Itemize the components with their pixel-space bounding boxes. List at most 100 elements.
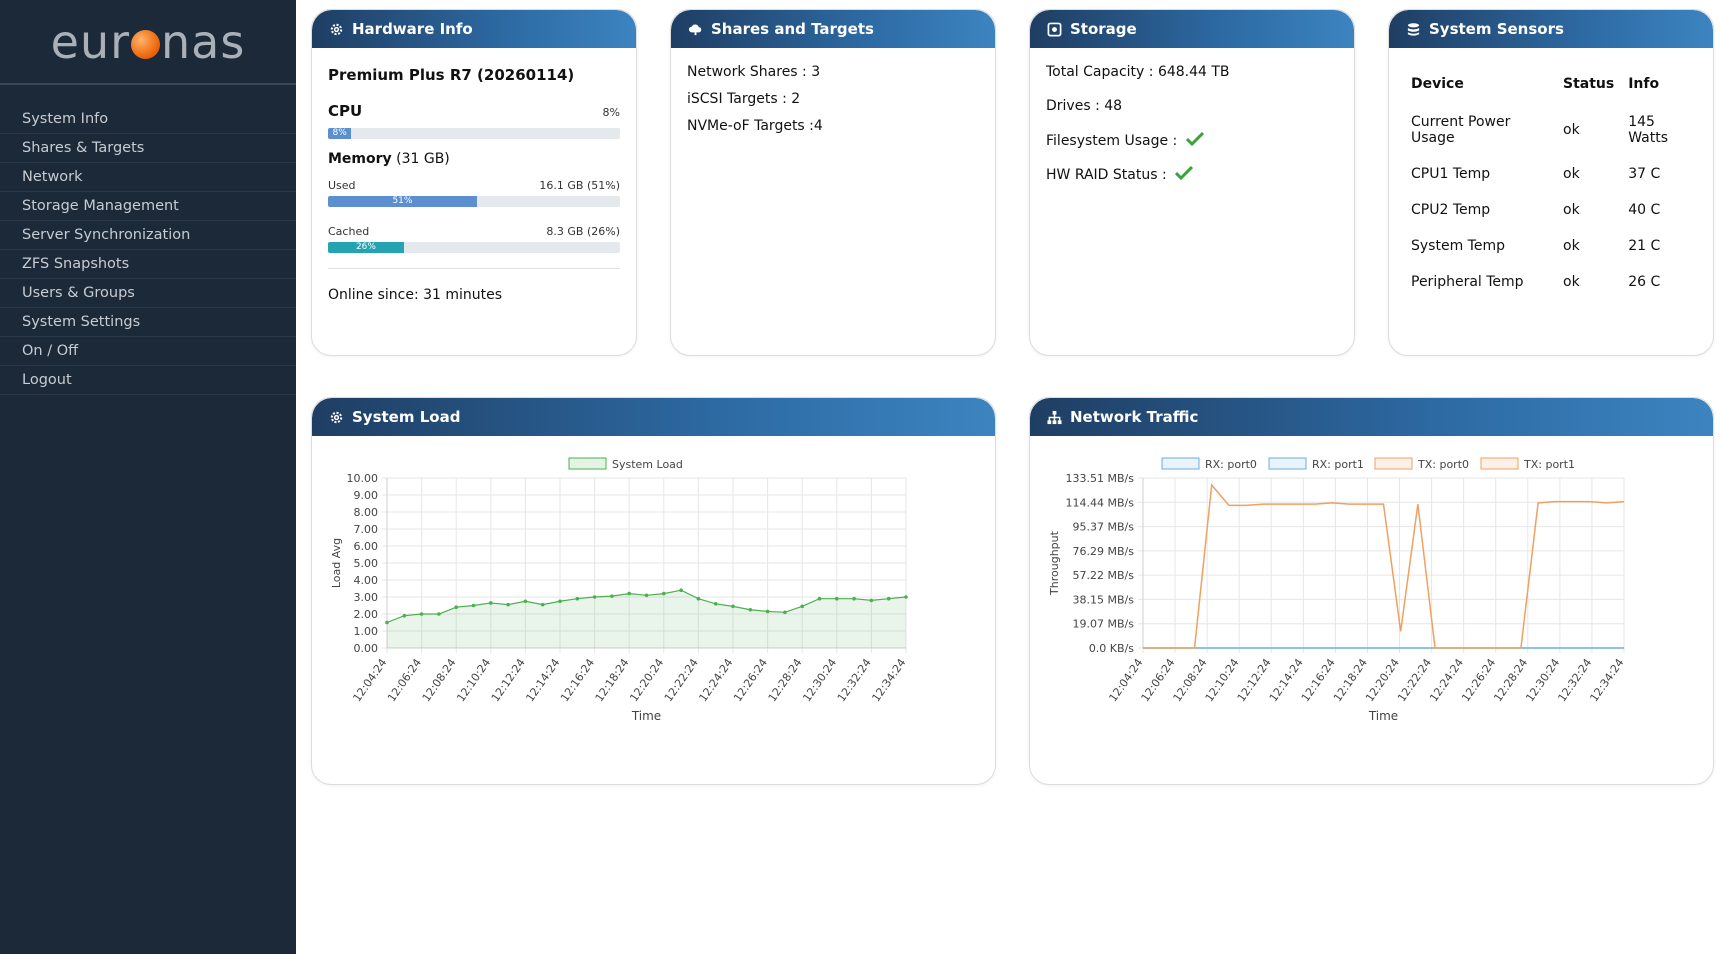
database-icon: [1405, 21, 1421, 37]
hardware-info-header: Hardware Info: [312, 10, 636, 48]
y-tick-label: 133.51 MB/s: [1066, 472, 1135, 485]
cpu-bar: 8%: [328, 128, 620, 139]
table-row: CPU2 Temp ok 40 C: [1405, 194, 1697, 230]
nav-item-zfs-snapshots[interactable]: ZFS Snapshots: [0, 250, 296, 279]
sensors-title: System Sensors: [1429, 20, 1564, 38]
shares-title: Shares and Targets: [711, 20, 874, 38]
y-tick-label: 10.00: [347, 472, 379, 485]
y-tick-label: 0.00: [354, 642, 379, 655]
x-tick-label: 12:20:24: [627, 656, 666, 704]
table-row: System Temp ok 21 C: [1405, 230, 1697, 266]
load-point: [765, 609, 770, 614]
x-tick-label: 12:10:24: [454, 656, 493, 704]
y-tick-label: 9.00: [354, 489, 379, 502]
sensor-header-info: Info: [1628, 76, 1660, 92]
nav-item-shares-targets[interactable]: Shares & Targets: [0, 134, 296, 163]
x-tick-label: 12:16:24: [558, 656, 597, 704]
storage-title: Storage: [1070, 20, 1137, 38]
iscsi-targets: iSCSI Targets : 2: [687, 91, 801, 107]
storage-card: Storage Total Capacity : 648.44 TB Drive…: [1029, 9, 1355, 356]
nav-item-users-groups[interactable]: Users & Groups: [0, 279, 296, 308]
cached-value: 8.3 GB (26%): [546, 225, 620, 238]
nav-item-on-off[interactable]: On / Off: [0, 337, 296, 366]
nav-item-logout[interactable]: Logout: [0, 366, 296, 395]
load-point: [713, 602, 718, 606]
cpu-bar-fill: 8%: [328, 128, 352, 139]
nav-item-storage-management[interactable]: Storage Management: [0, 192, 296, 221]
cached-label: Cached: [328, 225, 370, 238]
y-tick-label: 76.29 MB/s: [1073, 545, 1135, 558]
load-point: [627, 591, 631, 596]
sensor-device: CPU2 Temp: [1411, 202, 1491, 218]
x-tick-label: 12:28:24: [766, 656, 805, 704]
load-point: [696, 596, 701, 601]
network-traffic-title: Network Traffic: [1070, 408, 1199, 426]
cached-bar: 26%: [328, 242, 620, 253]
legend-swatch: [568, 457, 607, 470]
y-tick-label: 2.00: [354, 608, 379, 621]
load-point: [817, 596, 822, 601]
legend-label: RX: port1: [1312, 458, 1364, 471]
legend-swatch: [1268, 457, 1307, 470]
sensor-info: 145 Watts: [1628, 114, 1669, 146]
sensor-status: ok: [1563, 238, 1580, 254]
brand-logo[interactable]: eur nas: [0, 0, 296, 85]
filesystem-usage-label: Filesystem Usage :: [1046, 133, 1178, 149]
x-tick-label: 12:12:24: [489, 656, 528, 704]
y-tick-label: 8.00: [354, 506, 379, 519]
storage-header: Storage: [1030, 10, 1354, 48]
y-axis-title: Throughput: [1048, 530, 1061, 596]
nvmeof-targets: NVMe-oF Targets :4: [687, 118, 823, 134]
nav-item-system-info[interactable]: System Info: [0, 105, 296, 134]
x-tick-label: 12:08:24: [420, 656, 459, 704]
load-point: [402, 613, 407, 618]
used-value: 16.1 GB (51%): [539, 179, 620, 192]
raid-status-label: HW RAID Status :: [1046, 167, 1167, 183]
shares-header: Shares and Targets: [671, 10, 995, 48]
x-tick-label: 12:30:24: [800, 656, 839, 704]
legend-label: System Load: [612, 458, 683, 471]
load-point: [540, 602, 545, 607]
total-capacity: Total Capacity : 648.44 TB: [1046, 64, 1230, 80]
load-point: [471, 603, 476, 608]
used-bar-fill: 51%: [328, 196, 477, 207]
x-tick-label: 12:22:24: [662, 656, 701, 704]
cloud-icon: [687, 21, 703, 37]
sensor-info: 37 C: [1628, 166, 1661, 182]
sensor-device: CPU1 Temp: [1411, 166, 1491, 182]
sensors-header: System Sensors: [1389, 10, 1713, 48]
hardware-info-title: Hardware Info: [352, 20, 473, 38]
x-tick-label: 12:24:24: [696, 656, 735, 704]
y-tick-label: 19.07 MB/s: [1073, 618, 1135, 631]
nav-item-server-sync[interactable]: Server Synchronization: [0, 221, 296, 250]
sensors-table: Device Status Info Current Power Usage ok…: [1405, 70, 1697, 302]
sensor-device: Peripheral Temp: [1411, 274, 1524, 290]
y-tick-label: 95.37 MB/s: [1073, 521, 1135, 534]
cpu-percent: 8%: [602, 106, 620, 119]
load-point: [610, 594, 614, 598]
y-tick-label: 6.00: [354, 540, 379, 553]
brand-pre: eur: [50, 14, 131, 69]
load-point: [489, 601, 493, 605]
legend-swatch: [1161, 457, 1200, 470]
brand-post: nas: [161, 14, 246, 69]
load-point: [558, 599, 562, 604]
x-tick-label: 12:32:24: [835, 656, 874, 704]
y-tick-label: 5.00: [354, 557, 379, 570]
gear-icon: [328, 409, 344, 425]
x-tick-label: 12:04:24: [350, 656, 389, 704]
x-tick-label: 12:26:24: [731, 656, 770, 704]
nav-item-system-settings[interactable]: System Settings: [0, 308, 296, 337]
network-traffic-card: Network Traffic 133.51 MB/s 114.44 MB/s 95…: [1029, 397, 1714, 785]
memory-label: Memory: [328, 151, 392, 167]
table-row: Current Power Usage ok 145 Watts: [1405, 106, 1697, 158]
legend-swatch: [1480, 457, 1519, 470]
system-load-card: System Load 10.00 9.00 8.00 7.00 6.00 5.00 4.0…: [311, 397, 996, 785]
sensor-device: Current Power Usage: [1411, 114, 1511, 146]
y-tick-label: 0.0 KB/s: [1089, 642, 1134, 655]
nav-item-network[interactable]: Network: [0, 163, 296, 192]
load-point: [419, 612, 424, 616]
online-since: Online since: 31 minutes: [328, 268, 620, 303]
filesystem-usage-row: Filesystem Usage :: [1046, 131, 1338, 150]
check-icon: [1175, 165, 1194, 184]
